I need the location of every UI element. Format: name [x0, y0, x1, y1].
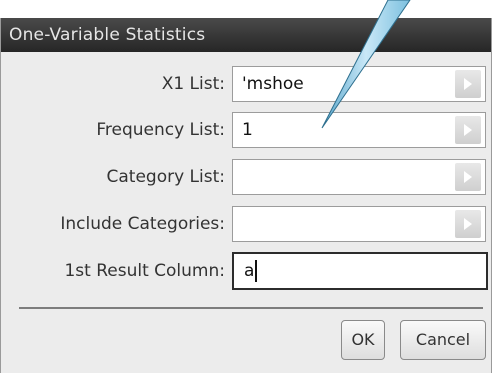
include-categories-row: Include Categories:: [1, 204, 491, 244]
x1-list-dropdown-button[interactable]: [455, 70, 481, 98]
frequency-list-dropdown[interactable]: 1: [232, 112, 486, 148]
divider: [19, 307, 483, 309]
category-list-dropdown-button[interactable]: [455, 163, 481, 191]
result-column-input[interactable]: a: [232, 252, 488, 290]
category-list-label: Category List:: [106, 167, 225, 187]
chevron-right-icon: [464, 78, 472, 90]
dialog-title: One-Variable Statistics: [1, 18, 491, 52]
include-categories-label: Include Categories:: [60, 214, 225, 234]
frequency-list-row: Frequency List: 1: [1, 110, 491, 150]
category-list-row: Category List:: [1, 157, 491, 197]
include-categories-dropdown[interactable]: [232, 206, 486, 242]
chevron-right-icon: [464, 218, 472, 230]
result-column-value: a: [244, 261, 255, 281]
cancel-button[interactable]: Cancel: [400, 320, 486, 360]
frequency-list-label: Frequency List:: [96, 120, 225, 140]
x1-list-dropdown[interactable]: 'mshoe: [232, 66, 486, 102]
ok-button[interactable]: OK: [341, 320, 385, 360]
chevron-right-icon: [464, 124, 472, 136]
frequency-list-value: 1: [242, 120, 253, 140]
category-list-dropdown[interactable]: [232, 159, 486, 195]
result-column-row: 1st Result Column: a: [1, 251, 491, 291]
frequency-list-dropdown-button[interactable]: [455, 116, 481, 144]
x1-list-row: X1 List: 'mshoe: [1, 64, 491, 104]
x1-list-value: 'mshoe: [242, 74, 304, 94]
include-categories-dropdown-button[interactable]: [455, 210, 481, 238]
result-column-label: 1st Result Column:: [64, 261, 225, 281]
chevron-right-icon: [464, 171, 472, 183]
one-variable-statistics-dialog: One-Variable Statistics X1 List: 'mshoe …: [0, 18, 492, 373]
x1-list-label: X1 List:: [161, 74, 225, 94]
text-cursor: [255, 260, 257, 282]
